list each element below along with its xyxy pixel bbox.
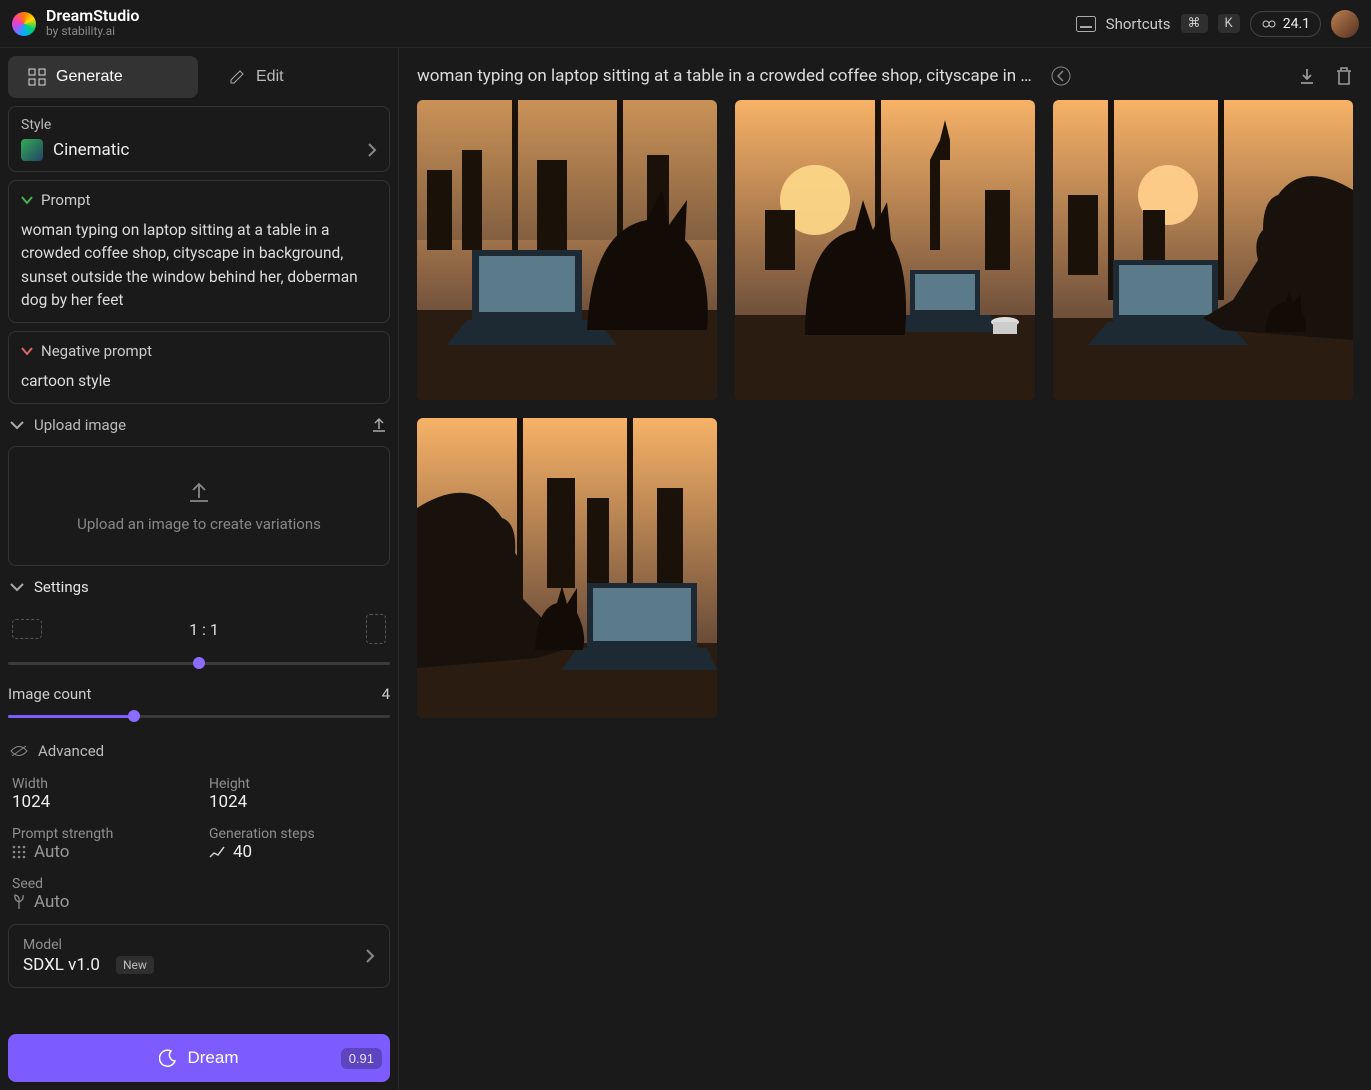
upload-image-label: Upload image	[34, 416, 126, 434]
prompt-strength-value[interactable]: Auto	[12, 842, 189, 862]
chevron-right-icon	[367, 142, 377, 158]
style-value: Cinematic	[53, 140, 129, 160]
generation-steps-value[interactable]: 40	[209, 842, 386, 862]
prompt-text[interactable]: woman typing on laptop sitting at a tabl…	[21, 219, 377, 312]
tab-generate-label: Generate	[56, 68, 123, 86]
chevron-down-icon	[21, 346, 33, 356]
tab-edit[interactable]: Edit	[208, 56, 388, 98]
avatar[interactable]	[1331, 10, 1359, 38]
dream-label: Dream	[187, 1048, 238, 1068]
prompt-strength-label: Prompt strength	[12, 826, 189, 842]
height-label: Height	[209, 776, 386, 792]
grid-icon	[28, 68, 46, 86]
steps-icon	[209, 846, 225, 858]
chevron-down-icon[interactable]	[10, 420, 24, 430]
dream-button[interactable]: Dream 0.91	[8, 1034, 390, 1082]
generation-title: woman typing on laptop sitting at a tabl…	[417, 66, 1037, 86]
advanced-label: Advanced	[38, 742, 104, 760]
advanced-toggle[interactable]: Advanced	[8, 738, 390, 764]
shortcut-key-k: K	[1218, 14, 1240, 33]
settings-header[interactable]: Settings	[8, 574, 390, 600]
upload-icon	[186, 479, 212, 505]
chevron-right-icon	[365, 948, 375, 964]
sidebar: Generate Edit Style Cinematic	[0, 48, 399, 1090]
height-value[interactable]: 1024	[209, 792, 386, 812]
settings-label: Settings	[34, 578, 89, 596]
shortcuts-label: Shortcuts	[1106, 15, 1171, 33]
brand-subtitle: by stability.ai	[46, 24, 139, 38]
image-count-label: Image count	[8, 685, 91, 703]
chevron-down-icon	[21, 195, 33, 205]
aspect-portrait-icon[interactable]	[366, 614, 386, 644]
negative-prompt-text[interactable]: cartoon style	[21, 370, 377, 393]
chevron-down-icon	[10, 582, 24, 592]
seed-text: Auto	[34, 892, 69, 912]
seed-icon	[12, 894, 26, 910]
model-selector[interactable]: Model SDXL v1.0 New	[8, 924, 390, 988]
negative-prompt-section[interactable]: Negative prompt cartoon style	[8, 331, 390, 404]
image-count-value: 4	[382, 685, 390, 703]
width-value[interactable]: 1024	[12, 792, 189, 812]
model-label: Model	[23, 937, 154, 953]
brand-title: DreamStudio	[46, 8, 139, 24]
upload-dropzone[interactable]: Upload an image to create variations	[8, 446, 390, 566]
negative-prompt-label: Negative prompt	[41, 342, 152, 360]
seed-value[interactable]: Auto	[12, 892, 189, 912]
brand: DreamStudio by stability.ai	[46, 8, 139, 38]
image-count-slider[interactable]	[8, 715, 390, 718]
prompt-label: Prompt	[41, 191, 90, 209]
dream-cost: 0.91	[341, 1048, 382, 1069]
style-section[interactable]: Style Cinematic	[8, 106, 390, 172]
download-icon[interactable]	[1297, 66, 1317, 86]
shortcuts-button[interactable]: Shortcuts ⌘ K	[1076, 14, 1240, 33]
topbar: DreamStudio by stability.ai Shortcuts ⌘ …	[0, 0, 1371, 48]
trash-icon[interactable]	[1335, 66, 1353, 86]
model-value: SDXL v1.0	[23, 955, 100, 975]
result-image-2[interactable]	[735, 100, 1035, 400]
app-logo	[12, 12, 36, 36]
credits-value: 24.1	[1283, 16, 1310, 32]
generation-steps-label: Generation steps	[209, 826, 386, 842]
generation-steps-text: 40	[233, 842, 252, 862]
tab-generate[interactable]: Generate	[8, 56, 198, 98]
style-label: Style	[21, 117, 51, 133]
aspect-landscape-icon[interactable]	[12, 619, 42, 639]
result-image-4[interactable]	[417, 418, 717, 718]
upload-icon[interactable]	[370, 416, 388, 434]
result-image-3[interactable]	[1053, 100, 1353, 400]
shortcut-key-cmd: ⌘	[1181, 14, 1208, 33]
seed-label: Seed	[12, 876, 189, 892]
eye-off-icon	[10, 744, 28, 758]
prompt-strength-text: Auto	[34, 842, 69, 862]
result-image-1[interactable]	[417, 100, 717, 400]
aspect-ratio-value: 1 : 1	[189, 620, 219, 639]
credits-icon	[1261, 16, 1277, 32]
aspect-slider[interactable]	[8, 662, 390, 665]
back-arrow-icon[interactable]	[1051, 66, 1071, 86]
style-thumbnail	[21, 139, 43, 161]
upload-drop-text: Upload an image to create variations	[77, 515, 321, 533]
edit-icon	[228, 68, 246, 86]
prompt-section[interactable]: Prompt woman typing on laptop sitting at…	[8, 180, 390, 323]
width-label: Width	[12, 776, 189, 792]
content-area: woman typing on laptop sitting at a tabl…	[399, 48, 1371, 1090]
moon-icon	[159, 1049, 177, 1067]
keyboard-icon	[1076, 16, 1096, 32]
tab-edit-label: Edit	[256, 68, 284, 86]
grid-dots-icon	[12, 845, 26, 859]
new-badge: New	[116, 956, 154, 974]
credits-pill[interactable]: 24.1	[1250, 11, 1321, 37]
